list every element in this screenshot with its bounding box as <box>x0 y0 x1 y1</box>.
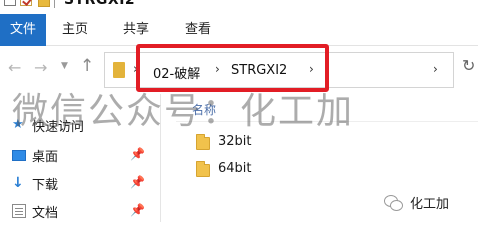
tab-view[interactable]: 查看 <box>185 14 211 46</box>
desktop-icon <box>12 150 26 161</box>
folder-icon <box>113 62 125 78</box>
forward-arrow-icon[interactable]: → <box>34 58 47 77</box>
new-folder-icon[interactable] <box>38 0 50 7</box>
address-dropdown-chevron-icon[interactable]: › <box>433 62 438 76</box>
folder-icon <box>196 134 210 150</box>
pin-icon[interactable]: 📌 <box>130 203 145 217</box>
pin-icon[interactable]: 📌 <box>130 147 145 161</box>
title-bar: STRGXI2 <box>0 0 478 14</box>
pin-icon[interactable]: 📌 <box>130 175 145 189</box>
up-arrow-icon[interactable]: ↑ <box>80 56 94 76</box>
brand-text: 化工加 <box>410 197 450 212</box>
divider <box>54 0 55 8</box>
properties-icon[interactable] <box>4 0 16 6</box>
sidebar-item-label: 下载 <box>32 178 59 193</box>
list-item[interactable]: 64bit <box>176 160 456 182</box>
checkmark-icon[interactable] <box>20 0 32 6</box>
file-name: 32bit <box>218 134 252 149</box>
file-name: 64bit <box>218 161 252 176</box>
window-title: STRGXI2 <box>64 0 136 8</box>
ribbon-tabs: 文件 主页 共享 查看 <box>0 14 478 46</box>
sidebar-item-desktop[interactable]: 桌面 📌 <box>0 142 160 170</box>
tab-home[interactable]: 主页 <box>62 14 88 46</box>
list-item[interactable]: 32bit <box>176 133 456 155</box>
wechat-icon <box>384 195 403 211</box>
sidebar-item-documents[interactable]: 文档 📌 <box>0 198 160 226</box>
tab-file[interactable]: 文件 <box>0 14 46 46</box>
tab-share[interactable]: 共享 <box>123 14 149 46</box>
sidebar-item-downloads[interactable]: ↓ 下载 📌 <box>0 170 160 198</box>
back-arrow-icon[interactable]: ← <box>8 58 21 77</box>
sidebar-item-label: 文档 <box>32 206 59 221</box>
document-icon <box>12 204 26 218</box>
recent-locations-chevron-icon[interactable]: ▼ <box>61 61 68 71</box>
download-icon: ↓ <box>12 175 24 191</box>
sidebar-item-label: 桌面 <box>32 150 59 165</box>
folder-icon <box>196 161 210 177</box>
watermark-text: 微信公众号：化工加 <box>12 91 355 132</box>
refresh-icon[interactable]: ↻ <box>462 56 475 75</box>
